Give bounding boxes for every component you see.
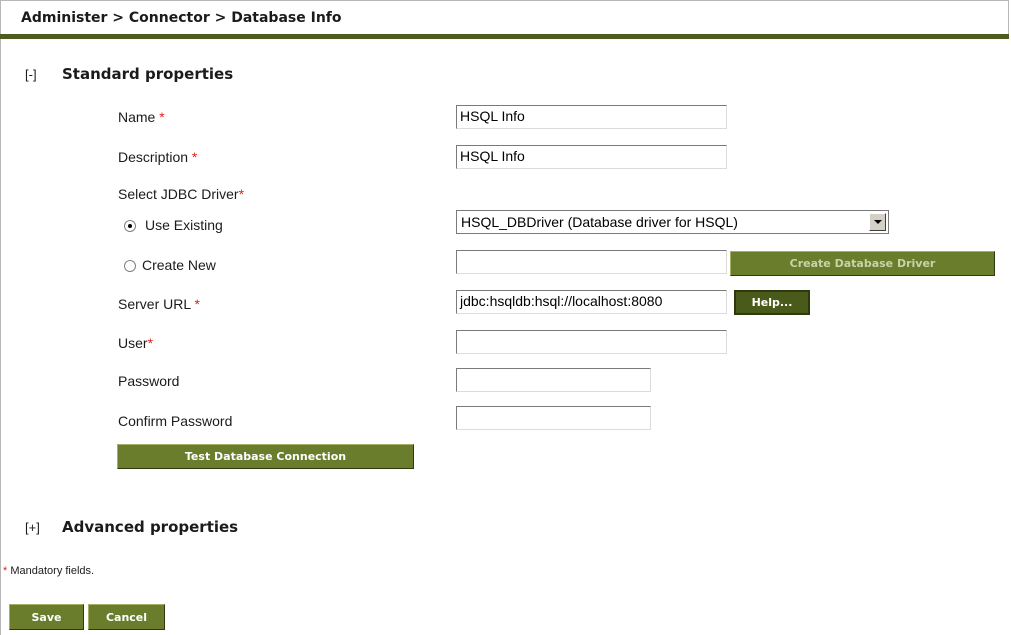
- required-marker: *: [3, 565, 8, 577]
- name-field[interactable]: HSQL Info: [456, 105, 727, 129]
- driver-select[interactable]: HSQL_DBDriver (Database driver for HSQL): [456, 210, 889, 234]
- password-label: Password: [118, 373, 180, 389]
- test-database-connection-button[interactable]: Test Database Connection: [117, 444, 414, 469]
- advanced-properties-title: Advanced properties: [62, 518, 239, 536]
- header-rule: [0, 34, 1009, 39]
- description-field[interactable]: HSQL Info: [456, 145, 727, 169]
- create-database-driver-button[interactable]: Create Database Driver: [730, 251, 995, 276]
- advanced-properties-toggle[interactable]: [+]: [25, 520, 40, 535]
- server-url-label: Server URL *: [118, 296, 200, 312]
- help-button[interactable]: Help...: [734, 290, 810, 315]
- confirm-password-label: Confirm Password: [118, 413, 233, 429]
- new-driver-field[interactable]: [456, 250, 727, 274]
- create-new-label: Create New: [142, 257, 216, 273]
- description-label: Description *: [118, 149, 198, 165]
- mandatory-note: * Mandatory fields.: [3, 565, 95, 577]
- password-field[interactable]: [456, 368, 651, 392]
- user-label: User*: [118, 335, 154, 351]
- name-label: Name *: [118, 109, 165, 125]
- chevron-down-icon[interactable]: [869, 213, 886, 231]
- server-url-field[interactable]: jdbc:hsqldb:hsql://localhost:8080: [456, 290, 727, 314]
- required-marker: *: [194, 296, 200, 312]
- confirm-password-field[interactable]: [456, 406, 651, 430]
- required-marker: *: [159, 109, 165, 125]
- use-existing-radio[interactable]: [124, 220, 136, 232]
- jdbc-driver-label: Select JDBC Driver*: [118, 186, 245, 202]
- required-marker: *: [147, 335, 154, 351]
- create-new-radio[interactable]: [124, 260, 136, 272]
- driver-select-value: HSQL_DBDriver (Database driver for HSQL): [461, 214, 738, 230]
- left-border: [0, 39, 1, 635]
- standard-properties-toggle[interactable]: [-]: [25, 67, 37, 82]
- user-field[interactable]: [456, 330, 727, 354]
- standard-properties-title: Standard properties: [62, 65, 234, 83]
- breadcrumb: Administer > Connector > Database Info: [21, 10, 342, 26]
- use-existing-label: Use Existing: [145, 217, 223, 233]
- required-marker: *: [191, 149, 198, 165]
- save-button[interactable]: Save: [9, 604, 84, 630]
- breadcrumb-bar: Administer > Connector > Database Info: [0, 0, 1009, 34]
- required-marker: *: [238, 186, 245, 202]
- cancel-button[interactable]: Cancel: [88, 604, 165, 630]
